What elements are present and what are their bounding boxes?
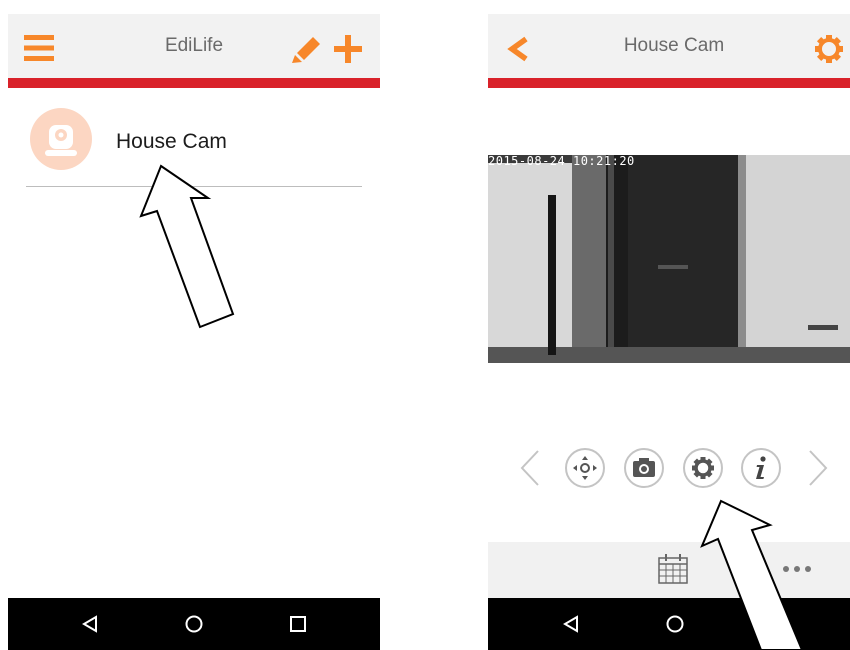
nav-recents-icon[interactable] — [770, 615, 788, 633]
camera-view-screen: House Cam 2015-08-24 10:21:20 — [488, 14, 850, 650]
accent-strip — [488, 78, 850, 88]
snapshot-camera-icon — [633, 458, 655, 477]
app-bar: House Cam — [488, 14, 850, 78]
bottom-action-bar — [488, 542, 850, 598]
snapshot-button[interactable] — [624, 448, 664, 488]
gear-settings-icon[interactable] — [814, 34, 844, 64]
nav-home-icon[interactable] — [185, 615, 203, 633]
add-plus-icon[interactable] — [334, 35, 362, 63]
list-divider — [26, 186, 362, 187]
accent-strip — [8, 78, 380, 88]
calendar-icon[interactable] — [657, 553, 689, 585]
nav-recents-icon[interactable] — [289, 615, 307, 633]
android-nav-bar — [488, 598, 850, 650]
camera-settings-button[interactable] — [683, 448, 723, 488]
nav-back-icon[interactable] — [562, 615, 580, 633]
arrow-right-icon[interactable] — [806, 448, 832, 488]
camera-feed-image — [488, 155, 850, 363]
camera-title: House Cam — [623, 35, 725, 56]
nav-back-icon[interactable] — [81, 615, 99, 633]
info-button[interactable] — [741, 448, 781, 488]
more-dots-icon[interactable] — [782, 565, 812, 573]
camera-avatar-icon — [30, 108, 92, 170]
ptz-move-button[interactable] — [565, 448, 605, 488]
ptz-move-icon — [573, 456, 597, 480]
settings-gear-icon — [692, 457, 714, 479]
edit-pencil-icon[interactable] — [292, 35, 322, 63]
list-item[interactable]: House Cam — [8, 94, 380, 190]
app-bar: EdiLife — [8, 14, 380, 78]
device-name: House Cam — [116, 130, 227, 153]
nav-home-icon[interactable] — [666, 615, 684, 633]
info-icon — [756, 456, 766, 479]
device-list-screen: EdiLife House Cam — [8, 14, 380, 650]
android-nav-bar — [8, 598, 380, 650]
arrow-left-icon[interactable] — [516, 448, 542, 488]
camera-timestamp: 2015-08-24 10:21:20 — [488, 155, 635, 168]
app-title: EdiLife — [164, 35, 224, 56]
camera-live-feed[interactable]: 2015-08-24 10:21:20 — [488, 155, 850, 363]
